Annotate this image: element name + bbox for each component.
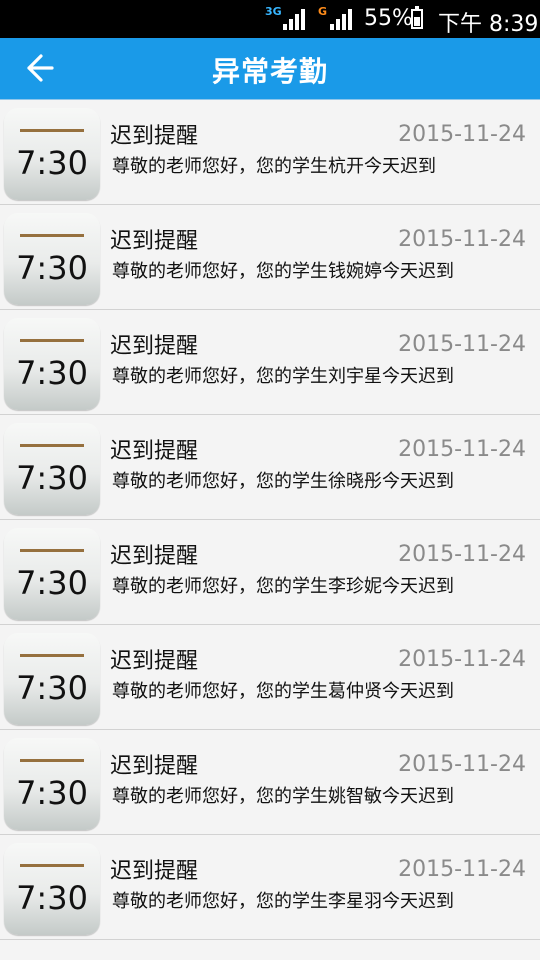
clock-icon-bar bbox=[20, 444, 84, 447]
alert-message: 尊敬的老师您好，您的学生杭开今天迟到 bbox=[112, 156, 436, 177]
alert-list-item[interactable]: 7:30 迟到提醒 2015-11-24 尊敬的老师您好，您的学生徐晓彤今天迟到 bbox=[0, 415, 540, 520]
signal-strength-icon-2 bbox=[330, 8, 352, 30]
clock-icon: 7:30 bbox=[4, 318, 100, 410]
alert-date: 2015-11-24 bbox=[398, 437, 526, 462]
clock-icon-bar bbox=[20, 864, 84, 867]
clock-icon-bar bbox=[20, 234, 84, 237]
battery-percent: 55% bbox=[364, 6, 413, 31]
clock-icon: 7:30 bbox=[4, 633, 100, 725]
alert-title: 迟到提醒 bbox=[110, 544, 199, 569]
alert-time: 7:30 bbox=[16, 144, 88, 182]
alert-date: 2015-11-24 bbox=[398, 647, 526, 672]
clock-icon: 7:30 bbox=[4, 738, 100, 830]
attendance-alert-list[interactable]: 7:30 迟到提醒 2015-11-24 尊敬的老师您好，您的学生杭开今天迟到 7:30… bbox=[0, 100, 540, 940]
alert-time: 7:30 bbox=[16, 249, 88, 287]
alert-title: 迟到提醒 bbox=[110, 124, 199, 149]
network-type-label-2: G bbox=[318, 5, 328, 18]
alert-list-item[interactable]: 7:30 迟到提醒 2015-11-24 尊敬的老师您好，您的学生杭开今天迟到 bbox=[0, 100, 540, 205]
clock-icon: 7:30 bbox=[4, 423, 100, 515]
alert-message: 尊敬的老师您好，您的学生徐晓彤今天迟到 bbox=[112, 471, 454, 492]
clock-icon-bar bbox=[20, 339, 84, 342]
alert-date: 2015-11-24 bbox=[398, 227, 526, 252]
alert-message: 尊敬的老师您好，您的学生葛仲贤今天迟到 bbox=[112, 681, 454, 702]
alert-date: 2015-11-24 bbox=[398, 122, 526, 147]
alert-title: 迟到提醒 bbox=[110, 334, 199, 359]
alert-date: 2015-11-24 bbox=[398, 332, 526, 357]
clock-icon-bar bbox=[20, 129, 84, 132]
signal-strength-icon bbox=[283, 8, 305, 30]
alert-list-item[interactable]: 7:30 迟到提醒 2015-11-24 尊敬的老师您好，您的学生葛仲贤今天迟到 bbox=[0, 625, 540, 730]
clock-icon: 7:30 bbox=[4, 213, 100, 305]
status-clock: 下午 8:39 bbox=[438, 12, 539, 37]
network-type-label: 3G bbox=[265, 5, 282, 18]
alert-message: 尊敬的老师您好，您的学生刘宇星今天迟到 bbox=[112, 366, 454, 387]
clock-icon: 7:30 bbox=[4, 108, 100, 200]
alert-title: 迟到提醒 bbox=[110, 649, 199, 674]
battery-fill bbox=[414, 17, 420, 26]
alert-list-item[interactable]: 7:30 迟到提醒 2015-11-24 尊敬的老师您好，您的学生李珍妮今天迟到 bbox=[0, 520, 540, 625]
alert-date: 2015-11-24 bbox=[398, 542, 526, 567]
alert-message: 尊敬的老师您好，您的学生李星羽今天迟到 bbox=[112, 891, 454, 912]
alert-time: 7:30 bbox=[16, 774, 88, 812]
status-bar: 3G G 55% 下午 8:39 bbox=[0, 0, 540, 38]
alert-title: 迟到提醒 bbox=[110, 229, 199, 254]
alert-time: 7:30 bbox=[16, 564, 88, 602]
alert-message: 尊敬的老师您好，您的学生李珍妮今天迟到 bbox=[112, 576, 454, 597]
clock-icon: 7:30 bbox=[4, 843, 100, 935]
alert-date: 2015-11-24 bbox=[398, 857, 526, 882]
clock-icon-bar bbox=[20, 549, 84, 552]
alert-message: 尊敬的老师您好，您的学生姚智敏今天迟到 bbox=[112, 786, 454, 807]
alert-time: 7:30 bbox=[16, 459, 88, 497]
clock-icon: 7:30 bbox=[4, 528, 100, 620]
clock-icon-bar bbox=[20, 654, 84, 657]
alert-title: 迟到提醒 bbox=[110, 439, 199, 464]
battery-icon bbox=[411, 6, 423, 29]
alert-list-item[interactable]: 7:30 迟到提醒 2015-11-24 尊敬的老师您好，您的学生姚智敏今天迟到 bbox=[0, 730, 540, 835]
alert-list-item[interactable]: 7:30 迟到提醒 2015-11-24 尊敬的老师您好，您的学生钱婉婷今天迟到 bbox=[0, 205, 540, 310]
alert-date: 2015-11-24 bbox=[398, 752, 526, 777]
alert-time: 7:30 bbox=[16, 669, 88, 707]
alert-title: 迟到提醒 bbox=[110, 859, 199, 884]
alert-list-item[interactable]: 7:30 迟到提醒 2015-11-24 尊敬的老师您好，您的学生刘宇星今天迟到 bbox=[0, 310, 540, 415]
alert-list-item[interactable]: 7:30 迟到提醒 2015-11-24 尊敬的老师您好，您的学生李星羽今天迟到 bbox=[0, 835, 540, 940]
title-bar: 异常考勤 bbox=[0, 38, 540, 100]
page-title: 异常考勤 bbox=[211, 55, 328, 88]
alert-title: 迟到提醒 bbox=[110, 754, 199, 779]
alert-message: 尊敬的老师您好，您的学生钱婉婷今天迟到 bbox=[112, 261, 454, 282]
alert-time: 7:30 bbox=[16, 879, 88, 917]
alert-time: 7:30 bbox=[16, 354, 88, 392]
clock-icon-bar bbox=[20, 759, 84, 762]
